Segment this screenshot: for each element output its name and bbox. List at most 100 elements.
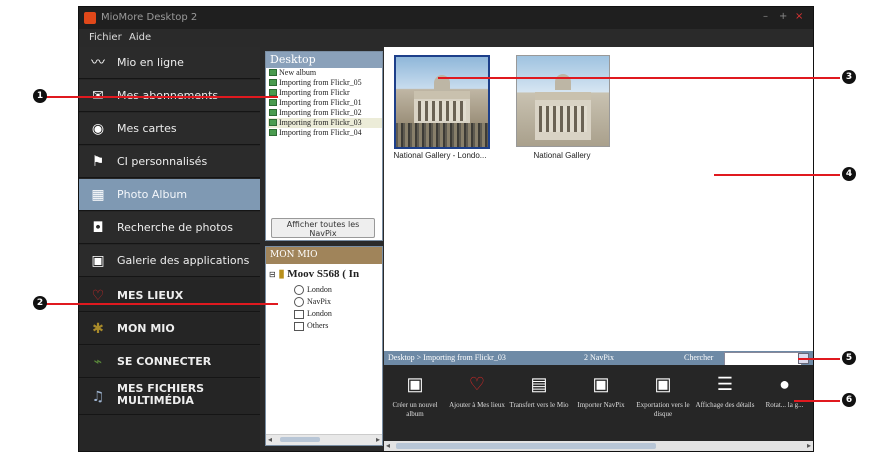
photo-album-icon <box>269 119 277 126</box>
signature-icon: 〰 <box>91 55 105 71</box>
tree-item-london-2[interactable]: London <box>294 308 332 319</box>
callout-line-4 <box>714 174 840 176</box>
sidebar-item-ci-personnalises[interactable]: ⚑ CI personnalisés <box>79 146 260 178</box>
album-list-item[interactable]: Importing from Flickr_02 <box>268 108 382 118</box>
sidebar-item-galerie-applications[interactable]: ▣ Galerie des applications <box>79 245 260 277</box>
close-icon[interactable]: × <box>795 11 803 22</box>
album-list-item-selected[interactable]: Importing from Flickr_03 <box>268 118 382 128</box>
toolbar-horizontal-scrollbar[interactable]: ◂ ▸ <box>384 441 813 451</box>
album-list-item-label: Importing from Flickr_04 <box>279 128 362 137</box>
export-to-disk-button[interactable]: ▣ Exportation vers le disque <box>632 371 694 435</box>
photo-image <box>516 55 610 147</box>
toolbar-button-label: Créer un nouvel album <box>392 401 438 418</box>
album-list-item-label: Importing from Flickr_05 <box>279 78 362 87</box>
photo-caption: National Gallery - Londo... <box>393 151 487 160</box>
tree-item-label: London <box>307 285 332 294</box>
folder-icon <box>294 309 304 319</box>
navpix-folder-icon <box>294 285 304 296</box>
album-list-item-label: Importing from Flickr_02 <box>279 108 362 117</box>
toolbar-button-label: Exportation vers le disque <box>636 401 690 418</box>
export-disk-icon: ▣ <box>654 374 672 394</box>
toolbar-button-label: Rotat... la g... <box>765 401 804 409</box>
album-list-item[interactable]: Importing from Flickr_05 <box>268 78 382 88</box>
scrollbar-thumb[interactable] <box>396 443 656 449</box>
details-view-button[interactable]: ☰ Affichage des détails <box>694 371 756 435</box>
tree-root-device[interactable]: ⊟ ▮ Moov S568 ( In <box>269 267 359 280</box>
device-icon: ▮ <box>278 268 285 280</box>
rotate-icon: ● <box>779 374 790 394</box>
scroll-right-icon[interactable]: ▸ <box>807 441 811 451</box>
photo-caption: National Gallery <box>533 151 591 160</box>
album-list-item[interactable]: Importing from Flickr_01 <box>268 98 382 108</box>
music-note-icon: ♫ <box>91 389 105 405</box>
sidebar-item-mio-en-ligne[interactable]: 〰 Mio en ligne <box>79 47 260 79</box>
sidebar-item-label: Galerie des applications <box>117 254 250 267</box>
add-to-places-button[interactable]: ♡ Ajouter à Mes lieux <box>446 371 508 435</box>
callout-marker-6: 6 <box>842 393 856 407</box>
apps-grid-icon: ▣ <box>91 253 105 269</box>
import-navpix-icon: ▣ <box>592 374 610 394</box>
sidebar-item-mes-lieux[interactable]: ♡ MES LIEUX <box>79 280 260 312</box>
menu-aide[interactable]: Aide <box>129 32 151 43</box>
album-list-item[interactable]: New album <box>268 68 382 78</box>
menu-fichier[interactable]: Fichier <box>89 32 122 43</box>
sidebar-item-label: CI personnalisés <box>117 155 208 168</box>
album-list-item-label: Importing from Flickr_03 <box>279 118 362 127</box>
sidebar-item-label: Mio en ligne <box>117 56 184 69</box>
toolbar-button-label: Transfert vers le Mio <box>509 401 569 409</box>
tree-item-navpix[interactable]: NavPix <box>294 296 331 308</box>
photo-grid: National Gallery - Londo... National Gal… <box>384 47 813 351</box>
toolbar-button-label: Affichage des détails <box>695 401 755 409</box>
callout-marker-2: 2 <box>33 296 47 310</box>
search-label: Chercher <box>684 353 714 362</box>
sidebar-item-recherche-photos[interactable]: ◘ Recherche de photos <box>79 212 260 244</box>
scroll-right-icon[interactable]: ▸ <box>376 435 380 445</box>
tree-horizontal-scrollbar[interactable]: ◂ ▸ <box>266 434 382 445</box>
tree-item-label: Others <box>307 321 329 330</box>
callout-marker-4: 4 <box>842 167 856 181</box>
desktop-album-panel: Desktop New album Importing from Flickr_… <box>265 51 383 241</box>
sidebar: 〰 Mio en ligne ✉ Mes abonnements ◉ Mes c… <box>79 47 260 451</box>
action-toolbar: ▣ Créer un nouvel album ♡ Ajouter à Mes … <box>384 365 813 441</box>
sidebar-item-mes-cartes[interactable]: ◉ Mes cartes <box>79 113 260 145</box>
callout-marker-5: 5 <box>842 351 856 365</box>
minimize-icon[interactable]: – <box>763 11 768 22</box>
callout-line-5 <box>798 358 840 360</box>
camera-icon: ◘ <box>92 220 104 236</box>
expand-minus-icon[interactable]: ⊟ <box>269 270 276 279</box>
scrollbar-thumb[interactable] <box>280 437 320 442</box>
gear-icon: ✱ <box>92 321 104 337</box>
app-window: MioMore Desktop 2 – + × Fichier Aide 〰 M… <box>78 6 814 452</box>
title-bar: MioMore Desktop 2 – + × <box>79 7 813 29</box>
rotate-button[interactable]: ● Rotat... la g... <box>756 371 813 435</box>
navpix-folder-icon <box>294 297 304 308</box>
photo-album-icon <box>269 69 277 76</box>
callout-marker-3: 3 <box>842 70 856 84</box>
photo-album-icon <box>269 99 277 106</box>
tree-item-london[interactable]: London <box>294 284 332 296</box>
poi-flag-icon: ⚑ <box>91 154 105 170</box>
transfer-to-mio-button[interactable]: ▤ Transfert vers le Mio <box>508 371 570 435</box>
sidebar-item-se-connecter[interactable]: ⌁ SE CONNECTER <box>79 346 260 378</box>
details-list-icon: ☰ <box>716 374 734 394</box>
tree-item-others[interactable]: Others <box>294 320 328 331</box>
album-list-item[interactable]: Importing from Flickr_04 <box>268 128 382 138</box>
create-album-button[interactable]: ▣ Créer un nouvel album <box>384 371 446 435</box>
sidebar-item-photo-album[interactable]: ▦ Photo Album <box>79 179 260 211</box>
show-all-navpix-button[interactable]: Afficher toutes les NavPix <box>271 218 375 238</box>
mon-mio-panel: MON MIO ⊟ ▮ Moov S568 ( In London NavPix… <box>265 246 383 446</box>
import-navpix-button[interactable]: ▣ Importer NavPix <box>570 371 632 435</box>
sidebar-item-mon-mio[interactable]: ✱ MON MIO <box>79 313 260 345</box>
desktop-panel-title: Desktop <box>266 52 382 68</box>
sidebar-item-label: MES FICHIERS MULTIMÉDIA <box>117 382 205 407</box>
scroll-left-icon[interactable]: ◂ <box>386 441 390 451</box>
album-list-item[interactable]: Importing from Flickr <box>268 88 382 98</box>
maximize-icon[interactable]: + <box>779 11 787 22</box>
navpix-count: 2 NavPix <box>584 353 614 362</box>
sidebar-item-mes-fichiers-multimedia[interactable]: ♫ MES FICHIERS MULTIMÉDIA <box>79 379 260 415</box>
scroll-left-icon[interactable]: ◂ <box>268 435 272 445</box>
sidebar-item-label: Mes cartes <box>117 122 177 135</box>
callout-marker-1: 1 <box>33 89 47 103</box>
album-list-item-label: Importing from Flickr <box>279 88 350 97</box>
menu-bar: Fichier Aide <box>79 29 813 47</box>
